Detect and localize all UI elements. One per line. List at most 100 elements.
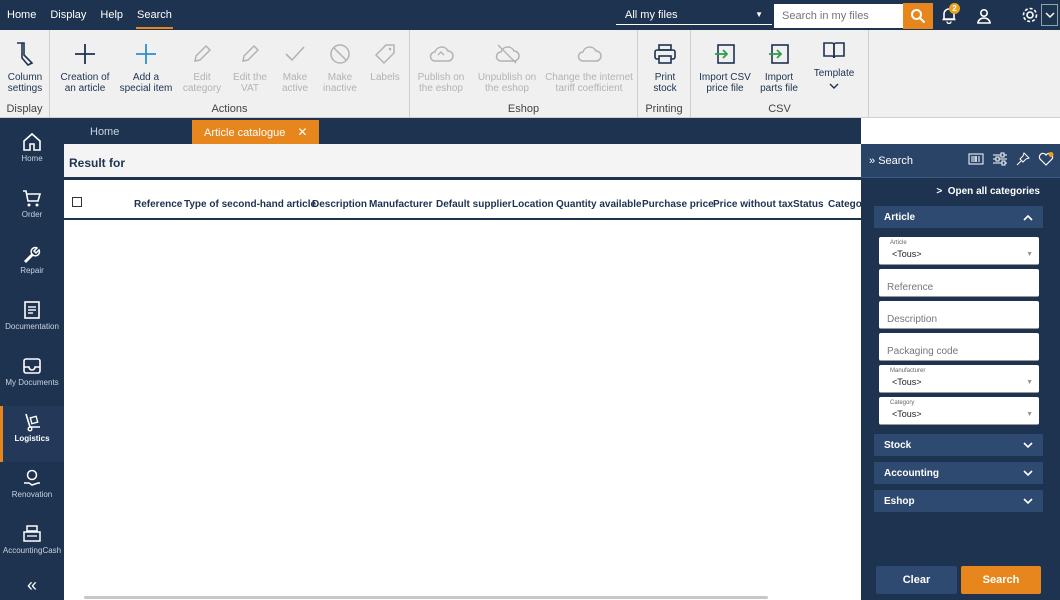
- home-icon: [23, 132, 41, 151]
- description-field[interactable]: Description: [879, 301, 1039, 329]
- template-button[interactable]: Template: [807, 32, 861, 92]
- search-panel-title: » Search: [869, 155, 914, 167]
- close-icon[interactable]: ✕: [297, 125, 307, 139]
- import-parts-button[interactable]: Import parts file: [755, 36, 803, 94]
- column-header-type[interactable]: Type of second-hand article: [184, 199, 316, 210]
- notifications-button[interactable]: 2: [940, 3, 960, 26]
- plus-icon: [75, 44, 95, 64]
- search-panel-header: » Search: [861, 144, 1060, 178]
- double-chevron-right-icon[interactable]: »: [869, 155, 875, 167]
- section-stock-header[interactable]: Stock: [874, 434, 1043, 456]
- column-header-quantity[interactable]: Quantity available: [556, 199, 642, 210]
- tab-home[interactable]: Home: [78, 120, 131, 144]
- ribbon-toolbar: Column settings Display Creation of an a…: [0, 30, 1060, 118]
- column-header-supplier[interactable]: Default supplier: [436, 199, 512, 210]
- tab-article-catalogue[interactable]: Article catalogue ✕: [192, 120, 320, 144]
- pencil-icon: [242, 44, 260, 62]
- plus-icon: [136, 44, 156, 64]
- horizontal-scrollbar[interactable]: [84, 596, 768, 599]
- document-icon: [24, 301, 40, 319]
- menu-display[interactable]: Display: [43, 0, 93, 30]
- sidebar-item-repair[interactable]: Repair: [0, 238, 64, 294]
- book-icon: [823, 42, 845, 59]
- notification-badge: 2: [949, 3, 960, 14]
- chevron-down-icon: [1044, 12, 1055, 19]
- creation-article-button[interactable]: Creation of an article: [58, 36, 112, 94]
- column-header-status[interactable]: Status: [793, 199, 824, 210]
- select-all-checkbox[interactable]: [72, 197, 82, 207]
- sidebar-item-documentation[interactable]: Documentation: [0, 294, 64, 350]
- open-all-categories-link[interactable]: > Open all categories: [936, 186, 1040, 197]
- main-content: Result for Reference Type of second-hand…: [64, 144, 861, 600]
- chevron-down-icon: [1023, 441, 1033, 448]
- sidebar-item-logistics[interactable]: Logistics: [0, 406, 64, 462]
- search-panel: » Search > Open all categories Article A…: [861, 144, 1060, 600]
- column-header-price-without-tax[interactable]: Price without tax: [713, 199, 793, 210]
- filter-sliders-icon[interactable]: [992, 152, 1008, 166]
- add-special-item-button[interactable]: Add a special item: [116, 36, 176, 94]
- menu-help[interactable]: Help: [93, 0, 130, 30]
- column-header-category[interactable]: Category: [828, 199, 861, 210]
- column-header-location[interactable]: Location: [512, 199, 554, 210]
- settings-dropdown[interactable]: [1041, 4, 1058, 26]
- sidebar-item-renovation[interactable]: Renovation: [0, 462, 64, 518]
- ribbon-group-actions: Creation of an article Add a special ite…: [50, 30, 410, 118]
- chevron-down-icon: [1023, 469, 1033, 476]
- sidebar-item-accounting-cash[interactable]: AccountingCash: [0, 518, 64, 574]
- file-scope-select[interactable]: All my files ▼: [616, 5, 772, 25]
- search-submit-button[interactable]: Search: [961, 566, 1041, 594]
- print-stock-button[interactable]: Print stock: [642, 36, 688, 94]
- edit-category-button[interactable]: Edit category: [178, 36, 226, 94]
- publish-eshop-button[interactable]: Publish on the eshop: [412, 36, 470, 94]
- top-menu: Home Display Help Search: [0, 0, 179, 30]
- section-eshop-header[interactable]: Eshop: [874, 490, 1043, 512]
- reference-field[interactable]: Reference: [879, 269, 1039, 297]
- unpublish-eshop-button[interactable]: Unpublish on the eshop: [472, 36, 542, 94]
- printer-icon: [654, 44, 676, 64]
- import-csv-button[interactable]: Import CSV price file: [697, 36, 753, 94]
- clear-button[interactable]: Clear: [876, 566, 957, 594]
- section-article-header[interactable]: Article: [874, 206, 1043, 228]
- group-label: CSV: [768, 103, 791, 115]
- chevron-down-icon: ▼: [1026, 411, 1033, 418]
- column-settings-button[interactable]: Column settings: [4, 36, 46, 94]
- menu-search[interactable]: Search: [130, 0, 179, 30]
- user-icon: [977, 8, 991, 24]
- main-sidebar: Home Order Repair Documentation My Docum…: [0, 118, 64, 600]
- manufacturer-select[interactable]: Manufacturer <Tous> ▼: [879, 365, 1039, 393]
- column-header-purchase-price[interactable]: Purchase price: [642, 199, 714, 210]
- user-account-button[interactable]: [975, 7, 993, 25]
- labels-button[interactable]: Labels: [364, 36, 406, 83]
- collapse-sidebar-icon[interactable]: «: [0, 572, 64, 598]
- import-icon: [769, 44, 789, 64]
- article-type-select[interactable]: Article <Tous> ▼: [879, 237, 1039, 265]
- favorite-heart-icon[interactable]: [1038, 152, 1054, 166]
- make-active-button[interactable]: Make active: [274, 36, 316, 94]
- wrench-icon: [23, 246, 41, 264]
- chevron-down-icon: ▼: [1026, 251, 1033, 258]
- sidebar-item-my-documents[interactable]: My Documents: [0, 350, 64, 406]
- change-tariff-button[interactable]: Change the internet tariff coefficient: [544, 36, 634, 94]
- menu-home[interactable]: Home: [0, 0, 43, 30]
- chevron-down-icon: [807, 81, 861, 92]
- ribbon-group-printing: Print stock Printing: [638, 30, 691, 118]
- column-header-description[interactable]: Description: [312, 199, 367, 210]
- make-inactive-button[interactable]: Make inactive: [318, 36, 362, 94]
- settings-button[interactable]: [1021, 6, 1041, 26]
- packaging-code-field[interactable]: Packaging code: [879, 333, 1039, 361]
- file-scope-value: All my files: [625, 8, 678, 21]
- group-label: Display: [6, 103, 43, 115]
- barcode-icon[interactable]: [968, 152, 984, 166]
- category-select[interactable]: Category <Tous> ▼: [879, 397, 1039, 425]
- pin-icon[interactable]: [1016, 152, 1030, 166]
- global-search-input[interactable]: [774, 4, 904, 28]
- sidebar-item-order[interactable]: Order: [0, 182, 64, 238]
- search-icon: [911, 9, 926, 24]
- column-header-reference[interactable]: Reference: [134, 199, 182, 210]
- section-accounting-header[interactable]: Accounting: [874, 462, 1043, 484]
- search-button[interactable]: [903, 3, 933, 29]
- result-header: Result for: [64, 144, 861, 180]
- column-header-manufacturer[interactable]: Manufacturer: [369, 199, 432, 210]
- sidebar-item-home[interactable]: Home: [0, 126, 64, 182]
- edit-vat-button[interactable]: Edit the VAT: [228, 36, 272, 94]
